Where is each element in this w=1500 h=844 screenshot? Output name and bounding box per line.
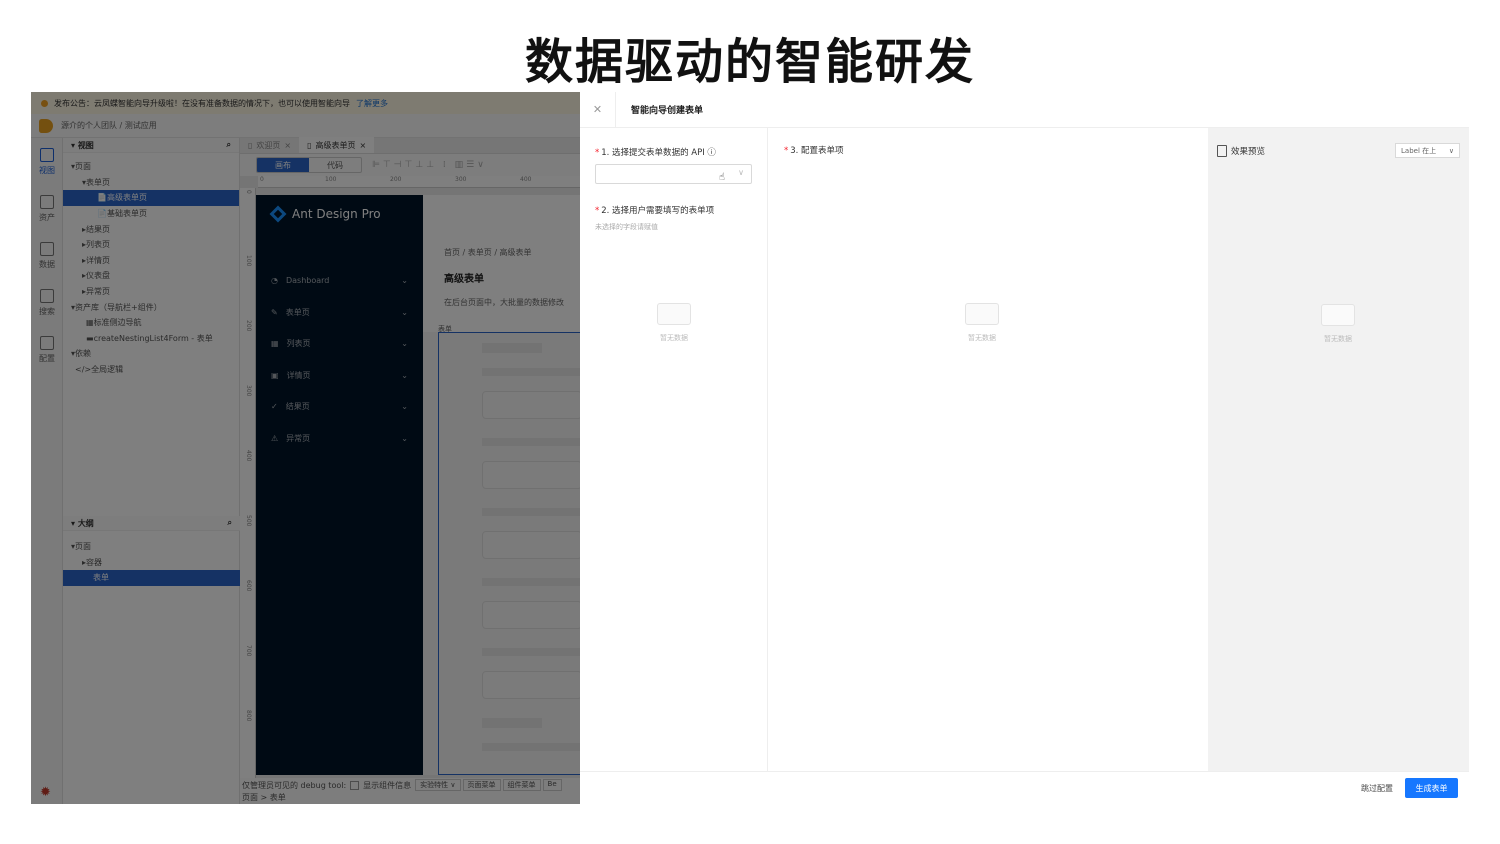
empty-inbox-icon <box>1321 304 1355 326</box>
step1-label: 1. 选择提交表单数据的 API <box>601 148 704 158</box>
generate-form-button[interactable]: 生成表单 <box>1405 778 1458 798</box>
slide-title: 数据驱动的智能研发 <box>0 22 1500 92</box>
drawer-title: 智能向导创建表单 <box>631 103 703 116</box>
api-select[interactable]: ☝ ∨ <box>595 164 752 184</box>
required-mark: * <box>595 148 599 158</box>
required-mark: * <box>595 206 599 216</box>
help-icon[interactable]: ⓘ <box>707 148 716 158</box>
empty-state: 暂无数据 <box>952 303 1012 343</box>
preview-column: 效果预览 Label 在上 ∨ 暂无数据 <box>1208 128 1469 771</box>
label-position-select[interactable]: Label 在上 ∨ <box>1395 143 1460 158</box>
preview-title: 效果预览 <box>1231 145 1265 157</box>
empty-inbox-icon <box>965 303 999 325</box>
empty-state: 暂无数据 <box>644 303 704 343</box>
step2-label: 2. 选择用户需要填写的表单项 <box>601 206 714 216</box>
label-position-value: Label 在上 <box>1401 146 1436 156</box>
modal-mask[interactable] <box>31 92 580 804</box>
required-mark: * <box>784 146 788 156</box>
chevron-down-icon: ∨ <box>1449 147 1454 155</box>
empty-state: 暂无数据 <box>1308 304 1368 344</box>
empty-text: 暂无数据 <box>660 334 688 342</box>
hand-cursor-icon: ☝ <box>719 172 725 183</box>
drawer-footer: 跳过配置 生成表单 <box>580 771 1469 804</box>
empty-text: 暂无数据 <box>968 334 996 342</box>
api-column: *1. 选择提交表单数据的 API ⓘ ☝ ∨ *2. 选择用户需要填写的表单项… <box>580 128 768 771</box>
skip-config-button[interactable]: 跳过配置 <box>1361 783 1393 794</box>
smart-wizard-drawer: ✕ 智能向导创建表单 *1. 选择提交表单数据的 API ⓘ ☝ ∨ *2. 选… <box>580 92 1469 804</box>
drawer-header: ✕ 智能向导创建表单 <box>580 92 1469 128</box>
close-icon[interactable]: ✕ <box>580 92 616 128</box>
step3-label: 3. 配置表单项 <box>790 146 843 156</box>
config-column: *3. 配置表单项 暂无数据 <box>768 128 1208 771</box>
step2-hint: 未选择的字段请赋值 <box>595 222 752 232</box>
preview-search-icon <box>1217 145 1227 157</box>
empty-text: 暂无数据 <box>1324 335 1352 343</box>
chevron-down-icon: ∨ <box>738 168 744 177</box>
empty-inbox-icon <box>657 303 691 325</box>
